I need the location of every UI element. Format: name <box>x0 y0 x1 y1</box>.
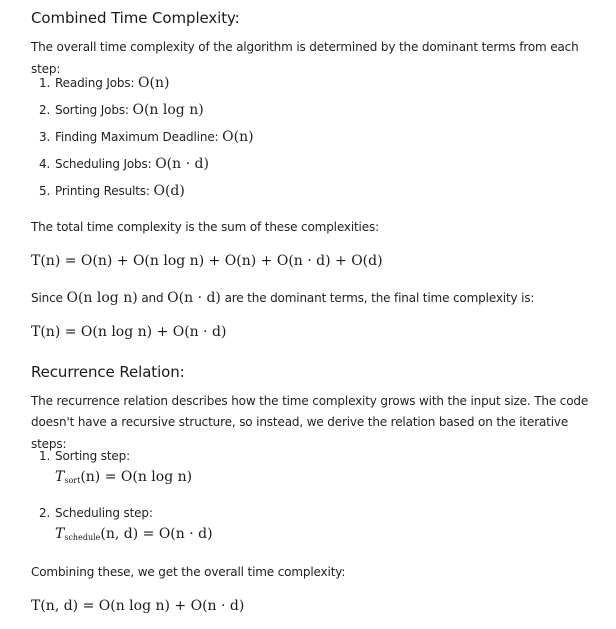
sorting-recurrence-formula: Tsort(n) = O(n log n) <box>55 469 193 485</box>
combined-heading: Combined Time Complexity: <box>31 9 240 27</box>
since-term-2: O(n · d) <box>167 290 221 306</box>
step-label: Sorting Jobs: <box>55 103 129 117</box>
recurrence-step-label: Scheduling step: <box>55 506 153 520</box>
combining-text: Combining these, we get the overall time… <box>31 565 346 579</box>
step-expr: O(n log n) <box>132 102 204 118</box>
subscript-schedule: schedule <box>64 533 101 542</box>
since-text: Since O(n log n) and O(n · d) are the do… <box>31 290 535 306</box>
recurrence-intro-line-1: The recurrence relation describes how th… <box>31 394 589 408</box>
list-item: 2. Sorting Jobs: O(n log n) <box>39 102 204 118</box>
list-item: 4. Scheduling Jobs: O(n · d) <box>39 156 209 172</box>
sum-equation: T(n) = O(n) + O(n log n) + O(n) + O(n · … <box>31 253 383 269</box>
step-label: Reading Jobs: <box>55 76 135 90</box>
scheduling-recurrence-formula: Tschedule(n, d) = O(n · d) <box>55 526 213 542</box>
recurrence-heading: Recurrence Relation: <box>31 363 185 381</box>
step-label: Printing Results: <box>55 184 150 198</box>
step-label: Finding Maximum Deadline: <box>55 130 219 144</box>
document-page: Combined Time Complexity: The overall ti… <box>0 0 616 629</box>
subscript-sort: sort <box>64 476 81 485</box>
step-expr: O(n) <box>222 129 254 145</box>
recurrence-step-label: Sorting step: <box>55 449 131 463</box>
sum-text: The total time complexity is the sum of … <box>31 220 379 234</box>
since-term-1: O(n log n) <box>66 290 138 306</box>
complexity-steps-list: 1. Reading Jobs: O(n) 2. Sorting Jobs: O(n… <box>39 72 254 207</box>
list-item: 1. Reading Jobs: O(n) <box>39 75 170 91</box>
recurrence-final-equation: T(n, d) = O(n log n) + O(n · d) <box>31 598 245 614</box>
step-label: Scheduling Jobs: <box>55 157 152 171</box>
list-item: 2. Scheduling step: <box>39 506 153 520</box>
list-item: 1. Sorting step: <box>39 449 131 463</box>
list-item: 3. Finding Maximum Deadline: O(n) <box>39 129 254 145</box>
step-expr: O(n) <box>138 75 170 91</box>
list-item: 5. Printing Results: O(d) <box>39 183 185 199</box>
step-expr: O(d) <box>153 183 185 199</box>
final-equation: T(n) = O(n log n) + O(n · d) <box>31 324 227 340</box>
step-expr: O(n · d) <box>155 156 209 172</box>
